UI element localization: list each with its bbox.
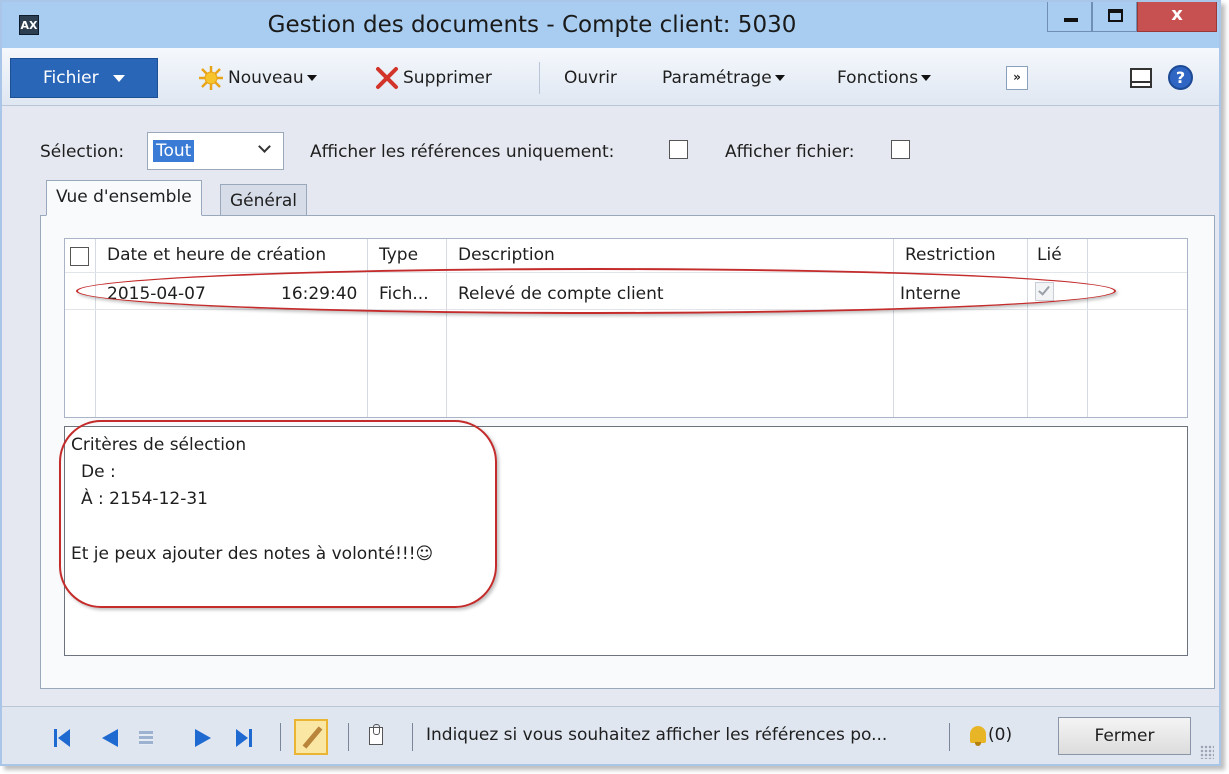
close-window-button[interactable]: x [1137, 2, 1217, 32]
setup-label: Paramétrage [662, 68, 772, 88]
setup-menu-button[interactable]: Paramétrage [662, 58, 785, 98]
annotation-circle-notes [59, 420, 497, 608]
selection-dropdown[interactable]: Tout [147, 132, 284, 170]
column-divider [1027, 239, 1028, 417]
file-menu-button[interactable]: Fichier [10, 58, 158, 98]
action-pane: Fichier Nouveau Supprimer Ouvrir Paramét… [2, 48, 1219, 106]
show-references-checkbox[interactable] [669, 140, 688, 159]
column-header-description[interactable]: Description [458, 245, 555, 265]
dropdown-arrow-icon [306, 75, 317, 81]
status-separator [348, 723, 349, 751]
toolbar-separator [539, 62, 540, 94]
minimize-button[interactable] [1047, 2, 1092, 32]
chevron-down-icon [113, 75, 125, 82]
sun-icon [199, 66, 223, 90]
tab-general[interactable]: Général [220, 184, 307, 218]
documents-grid: Date et heure de création Type Descripti… [64, 238, 1188, 418]
status-separator [412, 723, 413, 751]
pencil-icon [302, 726, 323, 749]
column-header-linked[interactable]: Lié [1037, 245, 1062, 265]
show-references-label: Afficher les références uniquement: [310, 142, 615, 162]
alerts-count: (0) [988, 725, 1013, 745]
delete-x-icon [376, 67, 398, 89]
status-separator [280, 723, 281, 751]
delete-button[interactable]: Supprimer [375, 58, 492, 98]
dropdown-arrow-icon [774, 75, 785, 81]
maximize-button[interactable] [1092, 2, 1137, 32]
close-button[interactable]: Fermer [1058, 717, 1191, 755]
new-label: Nouveau [228, 68, 304, 88]
last-record-icon[interactable] [236, 729, 254, 747]
close-icon: x [1171, 4, 1183, 25]
title-bar[interactable]: AX Gestion des documents - Compte client… [2, 2, 1219, 48]
tab-overview[interactable]: Vue d'ensemble [46, 180, 202, 216]
show-file-checkbox[interactable] [891, 140, 910, 159]
selection-value: Tout [153, 140, 195, 162]
column-header-type[interactable]: Type [379, 245, 418, 265]
more-actions-button[interactable]: » [1006, 66, 1028, 90]
show-file-label: Afficher fichier: [725, 142, 855, 162]
status-help-text: Indiquez si vous souhaitez afficher les … [426, 725, 888, 745]
delete-label: Supprimer [403, 68, 492, 88]
resize-grip-icon[interactable] [1200, 745, 1214, 759]
next-record-icon[interactable] [195, 729, 211, 747]
column-divider [95, 239, 96, 417]
column-divider [367, 239, 368, 417]
bell-icon[interactable] [970, 726, 986, 746]
column-header-restriction[interactable]: Restriction [905, 245, 996, 265]
first-record-icon[interactable] [54, 729, 72, 747]
functions-menu-button[interactable]: Fonctions [837, 58, 932, 98]
functions-label: Fonctions [837, 68, 919, 88]
file-menu-label: Fichier [43, 68, 99, 88]
column-header-created[interactable]: Date et heure de création [107, 245, 326, 265]
dropdown-arrow-icon [921, 75, 932, 81]
layout-toggle-icon[interactable] [1130, 68, 1152, 88]
window-title: Gestion des documents - Compte client: 5… [267, 12, 797, 38]
column-divider [893, 239, 894, 417]
status-separator [949, 723, 950, 751]
select-all-checkbox[interactable] [70, 247, 89, 266]
column-divider [446, 239, 447, 417]
status-bar: Indiquez si vous souhaitez afficher les … [2, 706, 1219, 764]
minimize-icon [1064, 18, 1078, 22]
attachment-icon[interactable] [369, 724, 383, 745]
chevron-down-icon [258, 140, 271, 153]
maximize-icon [1108, 9, 1123, 22]
annotation-circle-row [76, 268, 1116, 314]
help-icon[interactable]: ? [1168, 65, 1193, 90]
open-label: Ouvrir [564, 68, 617, 88]
open-button[interactable]: Ouvrir [564, 58, 617, 98]
list-view-icon[interactable] [139, 731, 153, 745]
previous-record-icon[interactable] [102, 729, 118, 747]
new-button[interactable]: Nouveau [198, 58, 317, 98]
edit-mode-button[interactable] [294, 719, 328, 755]
dialog-window: AX Gestion des documents - Compte client… [0, 0, 1221, 766]
column-divider [1087, 239, 1088, 417]
selection-label: Sélection: [40, 142, 125, 162]
